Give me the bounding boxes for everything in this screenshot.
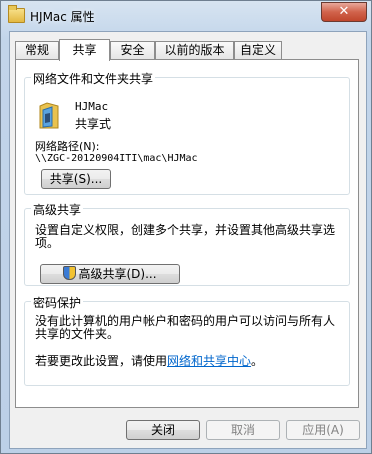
network-share-group: 网络文件和文件夹共享 HJMac 共享式 网络路径(N): \\ZGC-2012… <box>24 70 350 195</box>
tab-customize[interactable]: 自定义 <box>234 41 282 59</box>
tab-general[interactable]: 常规 <box>15 41 59 59</box>
close-window-button[interactable]: ✕ <box>321 2 367 22</box>
password-change-prefix: 若要更改此设置，请使用 <box>35 354 168 368</box>
network-sharing-center-link[interactable]: 网络和共享中心 <box>167 354 251 368</box>
window-title: HJMac 属性 <box>30 10 95 24</box>
advanced-share-description: 设置自定义权限，创建多个共享，并设置其他高级共享选项。 <box>35 223 336 250</box>
share-button[interactable]: 共享(S)... <box>41 169 111 189</box>
advanced-share-button-label: 高级共享(D)... <box>78 267 157 281</box>
group-title-password-protection: 密码保护 <box>31 294 84 311</box>
group-title-advanced-share: 高级共享 <box>31 201 84 218</box>
tab-security[interactable]: 安全 <box>110 41 155 59</box>
tab-previous-versions[interactable]: 以前的版本 <box>155 41 234 59</box>
folder-icon <box>39 102 59 129</box>
sharing-tab-panel: 网络文件和文件夹共享 HJMac 共享式 网络路径(N): \\ZGC-2012… <box>15 59 359 408</box>
password-change-note: 若要更改此设置，请使用网络和共享中心。 <box>35 352 263 369</box>
network-path-label: 网络路径(N): <box>35 140 100 153</box>
advanced-share-group: 高级共享 设置自定义权限，创建多个共享，并设置其他高级共享选项。 高级共享(D)… <box>24 201 350 286</box>
tab-sharing[interactable]: 共享 <box>59 39 110 61</box>
folder-icon <box>8 5 25 23</box>
share-name: HJMac <box>75 100 109 113</box>
properties-window: HJMac 属性 ✕ 常规 共享 安全 以前的版本 自定义 网络文件和文件夹共享… <box>0 0 372 454</box>
share-status: 共享式 <box>75 117 112 131</box>
advanced-share-button[interactable]: 高级共享(D)... <box>40 264 180 284</box>
uac-shield-icon <box>63 266 77 280</box>
cancel-button[interactable]: 取消 <box>206 420 280 440</box>
network-path-value[interactable]: \\ZGC-20120904ITI\mac\HJMac <box>35 153 198 164</box>
password-protection-description: 没有此计算机的用户帐户和密码的用户可以访问与所有人共享的文件夹。 <box>35 314 336 341</box>
title-bar[interactable]: HJMac 属性 ✕ <box>1 1 371 31</box>
apply-button[interactable]: 应用(A) <box>286 420 360 440</box>
password-change-suffix: 。 <box>251 354 264 368</box>
group-title-network-share: 网络文件和文件夹共享 <box>31 70 156 87</box>
password-protection-group: 密码保护 没有此计算机的用户帐户和密码的用户可以访问与所有人共享的文件夹。 若要… <box>24 294 350 386</box>
close-button[interactable]: 关闭 <box>126 420 200 440</box>
dialog-client-area: 常规 共享 安全 以前的版本 自定义 网络文件和文件夹共享 HJMac 共享式 … <box>9 31 367 449</box>
